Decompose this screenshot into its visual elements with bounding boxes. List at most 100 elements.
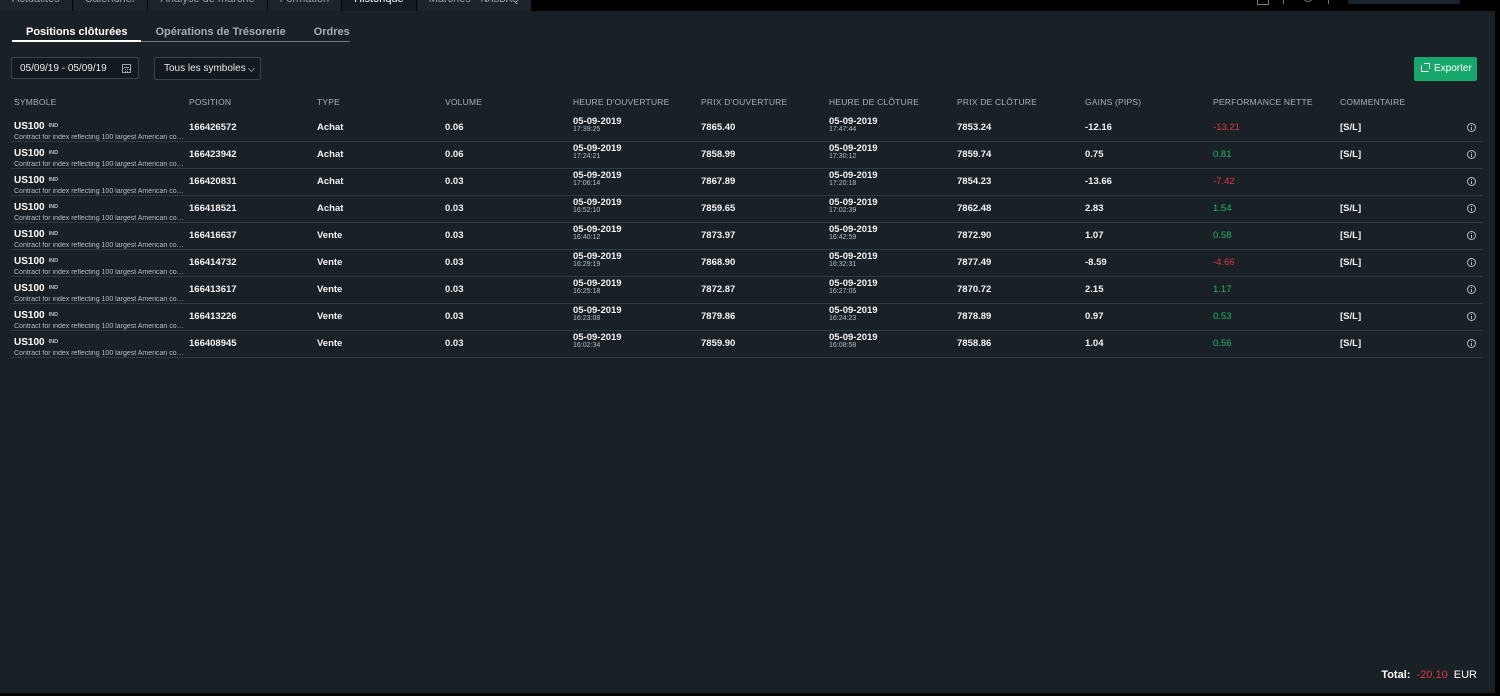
symbol-tag: IND [48,312,59,318]
info-icon[interactable] [1467,123,1476,132]
top-tab[interactable]: Historique [342,0,416,11]
open-price: 7859.65 [701,203,736,214]
table-row[interactable]: US100 IND Contract for index reflecting 10… [11,304,1483,331]
top-tab[interactable]: Formation [267,0,342,11]
tab-orders[interactable]: Ordres [300,25,364,41]
column-header[interactable]: SYMBOLE [14,97,57,107]
table-row[interactable]: US100 IND Contract for index reflecting 10… [11,169,1483,196]
info-icon[interactable] [1467,204,1476,213]
info-icon[interactable] [1467,258,1476,267]
position-id: 166414732 [189,257,237,268]
help-icon[interactable] [1328,0,1330,4]
open-time: 17:06:14 [573,180,601,187]
table-row[interactable]: US100 IND Contract for index reflecting 10… [11,142,1483,169]
gear-icon[interactable] [1303,0,1313,2]
column-header[interactable]: HEURE DE CLÔTURE [829,97,919,107]
column-header[interactable]: VOLUME [445,97,482,107]
info-icon[interactable] [1467,312,1476,321]
symbol-select[interactable]: Tous les symboles [154,57,261,80]
column-header[interactable]: PRIX D'OUVERTURE [701,97,787,107]
symbol-line: US100 IND [14,224,186,242]
symbol-description: Contract for index reflecting 100 larges… [14,323,186,330]
open-time: 16:52:10 [573,207,601,214]
open-time: 17:39:25 [573,126,601,133]
open-price: 7859.90 [701,338,736,349]
info-icon[interactable] [1467,339,1476,348]
info-icon[interactable] [1467,177,1476,186]
pin-icon[interactable] [1283,0,1285,4]
table-row[interactable]: US100 IND Contract for index reflecting 10… [11,196,1483,223]
symbol-name: US100 [14,148,45,159]
symbol-select-value: Tous les symboles [164,63,246,74]
calendar-icon [122,64,131,73]
window-icon[interactable] [1257,0,1269,5]
top-tab[interactable]: Calendrier [72,0,148,11]
position-id: 166408945 [189,338,237,349]
top-tab[interactable]: Analyse de marché [148,0,267,11]
close-price: 7872.90 [957,230,992,241]
table-row[interactable]: US100 IND Contract for index reflecting 10… [11,331,1483,358]
date-range-picker[interactable]: 05/09/19 - 05/09/19 [11,57,139,79]
position-id: 166413617 [189,284,237,295]
positions-table: SYMBOLE POSITION TYPE VOLUME HEURE D'OUVERTU… [11,95,1483,358]
net-performance: 0.53 [1213,311,1232,322]
table-row[interactable]: US100 IND Contract for index reflecting 10… [11,223,1483,250]
subtabs: Positions clôturées Opérations de Trésor… [12,25,350,42]
position-id: 166423942 [189,149,237,160]
column-header[interactable]: PERFORMANCE NETTE [1213,97,1313,107]
open-datetime: 05-09-2019 17:39:25 [573,116,622,133]
top-tab[interactable]: Actualités [0,0,72,11]
export-button[interactable]: Exporter [1414,57,1477,81]
open-datetime: 05-09-2019 16:29:19 [573,251,622,268]
search-input[interactable] [1348,0,1460,4]
info-icon[interactable] [1467,231,1476,240]
trade-type: Vente [317,338,343,349]
symbol-cell: US100 IND Contract for index reflecting 10… [14,251,186,276]
volume: 0.03 [445,176,464,187]
tab-closed-positions[interactable]: Positions clôturées [12,25,142,42]
column-header[interactable]: PRIX DE CLÔTURE [957,97,1037,107]
top-tab[interactable]: Marchés NASDAQ [416,0,531,11]
top-tab-label: Historique [354,0,404,5]
gains-pips: -8.59 [1085,257,1107,268]
position-id: 166426572 [189,122,237,133]
table-row[interactable]: US100 IND Contract for index reflecting 10… [11,250,1483,277]
symbol-cell: US100 IND Contract for index reflecting 10… [14,170,186,195]
table-row[interactable]: US100 IND Contract for index reflecting 10… [11,277,1483,304]
trade-type: Achat [317,176,344,187]
symbol-name: US100 [14,229,45,240]
symbol-description: Contract for index reflecting 100 larges… [14,215,186,222]
symbol-description: Contract for index reflecting 100 larges… [14,350,186,357]
symbol-description: Contract for index reflecting 100 larges… [14,188,186,195]
close-price: 7878.89 [957,311,992,322]
top-tab-label: Formation [280,0,330,5]
column-header[interactable]: POSITION [189,97,231,107]
symbol-name: US100 [14,202,45,213]
top-tabs: Actualités Calendrier Analyse de marché For… [0,0,532,11]
net-performance: -4.66 [1213,257,1235,268]
close-time: 16:08:58 [829,342,857,349]
gains-pips: -12.16 [1085,122,1112,133]
column-header[interactable]: HEURE D'OUVERTURE [573,97,670,107]
close-price: 7870.72 [957,284,992,295]
info-icon[interactable] [1467,150,1476,159]
column-header[interactable]: GAINS (PIPS) [1085,97,1141,107]
column-header[interactable]: TYPE [317,97,340,107]
close-datetime: 05-09-2019 16:42:59 [829,224,878,241]
tab-treasury-operations[interactable]: Opérations de Trésorerie [141,25,299,41]
table-header: SYMBOLE POSITION TYPE VOLUME HEURE D'OUVERTU… [11,95,1483,115]
open-price: 7858.99 [701,149,736,160]
net-performance: 0.58 [1213,230,1232,241]
total-currency: EUR [1453,669,1477,681]
close-price: 7858.86 [957,338,992,349]
comment: [S/L] [1340,338,1362,349]
net-performance: 0.56 [1213,338,1232,349]
info-icon[interactable] [1467,285,1476,294]
symbol-name: US100 [14,121,45,132]
open-time: 16:40:12 [573,234,601,241]
open-datetime: 05-09-2019 16:23:08 [573,305,622,322]
column-header[interactable]: COMMENTAIRE [1340,97,1405,107]
symbol-line: US100 IND [14,116,186,134]
close-time: 16:24:23 [829,315,857,322]
table-row[interactable]: US100 IND Contract for index reflecting 10… [11,115,1483,142]
